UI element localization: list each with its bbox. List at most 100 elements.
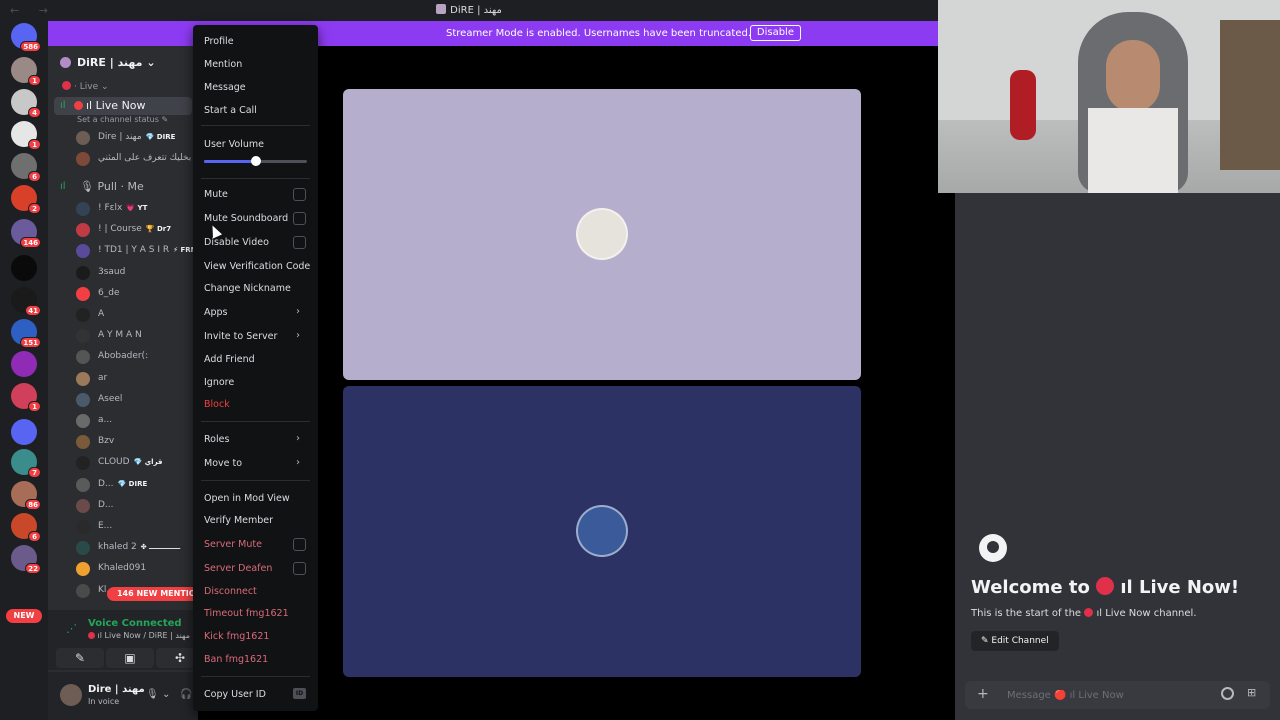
voice-user[interactable]: A Y M A N [76, 327, 206, 345]
camera-off-button[interactable]: ✎ [56, 648, 104, 668]
menu-invite-to-server[interactable]: Invite to Server [204, 331, 277, 342]
menu-add-friend[interactable]: Add Friend [204, 354, 255, 365]
menu-open-mod-view[interactable]: Open in Mod View [204, 493, 290, 504]
webcam-microphone [1010, 70, 1036, 140]
category-live[interactable]: · Live ⌄ [62, 81, 109, 92]
voice-user[interactable]: Khaled091 [76, 560, 206, 578]
server-icon[interactable]: 151 [11, 319, 41, 348]
channel-pull-me[interactable]: ıl 🎙 Pull · Me [54, 178, 192, 196]
menu-mute[interactable]: Mute [204, 189, 228, 200]
server-deafen-checkbox[interactable] [293, 562, 306, 575]
user-tag: 💎 DIRE [145, 133, 176, 141]
server-icon[interactable] [11, 351, 37, 377]
voice-user[interactable]: ! TD1 | Y A S I R ⚡ FRN [76, 242, 206, 260]
user-volume-slider[interactable] [204, 156, 307, 166]
server-icon[interactable]: 586 [11, 23, 41, 52]
server-icon[interactable]: 1 [11, 383, 41, 412]
window-title-text: DiRE | مهند [450, 5, 502, 16]
microphone-icon[interactable]: 🎙 [146, 689, 159, 700]
video-tile[interactable] [343, 386, 861, 677]
server-icon[interactable]: 22 [11, 545, 41, 574]
server-icon[interactable]: 1 [11, 57, 41, 86]
voice-user[interactable]: D... [76, 497, 206, 515]
voice-user[interactable]: ! | Course 🏆 Dr7 [76, 221, 206, 239]
user-tag: 💎 قراي [133, 458, 163, 467]
voice-user[interactable]: E... [76, 518, 206, 536]
disable-video-checkbox[interactable] [293, 236, 306, 249]
server-icon[interactable] [11, 419, 37, 445]
menu-copy-user-id[interactable]: Copy User ID [204, 689, 266, 700]
voice-user[interactable]: Abobader(: [76, 348, 206, 366]
menu-move-to[interactable]: Move to [204, 458, 242, 469]
voice-user[interactable]: 3saud [76, 264, 206, 282]
menu-message[interactable]: Message [204, 82, 246, 93]
disable-button[interactable]: Disable [749, 25, 801, 41]
voice-status[interactable]: Voice Connected [88, 618, 182, 629]
menu-server-deafen[interactable]: Server Deafen [204, 563, 272, 574]
voice-user[interactable]: a... [76, 412, 206, 430]
server-icon[interactable]: 6 [11, 153, 41, 182]
voice-user-name: D... 💎 DIRE [98, 478, 148, 489]
voice-user[interactable]: Aseel [76, 391, 206, 409]
avatar [76, 392, 90, 407]
menu-verify-member[interactable]: Verify Member [204, 515, 273, 526]
menu-mention[interactable]: Mention [204, 59, 242, 70]
title-bar: ← → DiRE | مهند [0, 0, 938, 21]
chevron-down-icon[interactable]: ⌄ [162, 689, 170, 700]
mute-checkbox[interactable] [293, 188, 306, 201]
screen-share-button[interactable]: ▣ [106, 648, 154, 668]
voice-user[interactable]: ! Fɛlx 💗 YT [76, 200, 206, 218]
server-icon[interactable]: 86 [11, 481, 41, 510]
voice-user[interactable]: Dire | مهند 💎 DIRE [76, 129, 206, 147]
guild-header[interactable]: DiRE | مهند ⌄ [48, 46, 198, 76]
menu-kick[interactable]: Kick fmg1621 [204, 631, 269, 642]
menu-timeout[interactable]: Timeout fmg1621 [204, 608, 289, 619]
voice-user[interactable]: khaled 2 ✤ ـــــــــــــ [76, 539, 206, 557]
menu-roles[interactable]: Roles [204, 434, 229, 445]
menu-view-verification-code[interactable]: View Verification Code [204, 261, 310, 272]
voice-user[interactable]: D... 💎 DIRE [76, 476, 206, 494]
signal-icon[interactable]: ⋰ [66, 622, 77, 635]
server-icon[interactable]: 7 [11, 449, 41, 478]
channel-live-now[interactable]: ıl ıl Live Now [54, 97, 192, 115]
server-icon[interactable]: 4 [11, 89, 41, 118]
voice-user[interactable]: Bzv [76, 433, 206, 451]
voice-user-name: Aseel [98, 393, 123, 404]
server-mute-checkbox[interactable] [293, 538, 306, 551]
menu-block[interactable]: Block [204, 399, 230, 410]
mute-soundboard-checkbox[interactable] [293, 212, 306, 225]
menu-apps[interactable]: Apps [204, 307, 228, 318]
menu-ban[interactable]: Ban fmg1621 [204, 654, 268, 665]
server-icon[interactable]: 6 [11, 513, 41, 542]
menu-change-nickname[interactable]: Change Nickname [204, 283, 291, 294]
emoji-icon[interactable] [1221, 687, 1234, 700]
channel-status[interactable]: Set a channel status ✎ [77, 115, 168, 124]
server-icon[interactable]: 41 [11, 287, 41, 316]
headphones-icon[interactable]: 🎧 [180, 689, 192, 700]
menu-profile[interactable]: Profile [204, 36, 234, 47]
channel-sidebar: DiRE | مهند ⌄ · Live ⌄ ıl ıl Live Now Se… [48, 46, 243, 720]
voice-user[interactable]: بخليك تحليني بخليك تتعرف على المثني [76, 150, 243, 168]
menu-start-call[interactable]: Start a Call [204, 105, 257, 116]
server-icon[interactable] [11, 255, 37, 281]
menu-server-mute[interactable]: Server Mute [204, 539, 262, 550]
avatar[interactable] [60, 684, 82, 706]
slider-knob[interactable] [250, 156, 261, 166]
voice-user[interactable]: CLOUD 💎 قراي [76, 454, 206, 472]
plus-icon[interactable]: + [977, 686, 989, 702]
server-icon[interactable]: 1 [11, 121, 41, 150]
voice-user[interactable]: A [76, 306, 206, 324]
server-icon[interactable]: 146 [11, 219, 41, 248]
user-tag: ✤ ـــــــــــــ [140, 543, 181, 552]
server-icon[interactable]: 2 [11, 185, 41, 214]
new-unreads-pill[interactable]: NEW [6, 609, 42, 623]
apps-icon[interactable]: ⊞ [1247, 686, 1256, 699]
voice-user[interactable]: ar [76, 370, 206, 388]
menu-disable-video[interactable]: Disable Video [204, 237, 269, 248]
menu-ignore[interactable]: Ignore [204, 377, 234, 388]
edit-channel-button[interactable]: ✎ Edit Channel [971, 631, 1059, 651]
menu-disconnect[interactable]: Disconnect [204, 586, 257, 597]
voice-user[interactable]: 6_de [76, 285, 206, 303]
video-tile[interactable] [343, 89, 861, 380]
message-input[interactable] [1007, 687, 1207, 703]
